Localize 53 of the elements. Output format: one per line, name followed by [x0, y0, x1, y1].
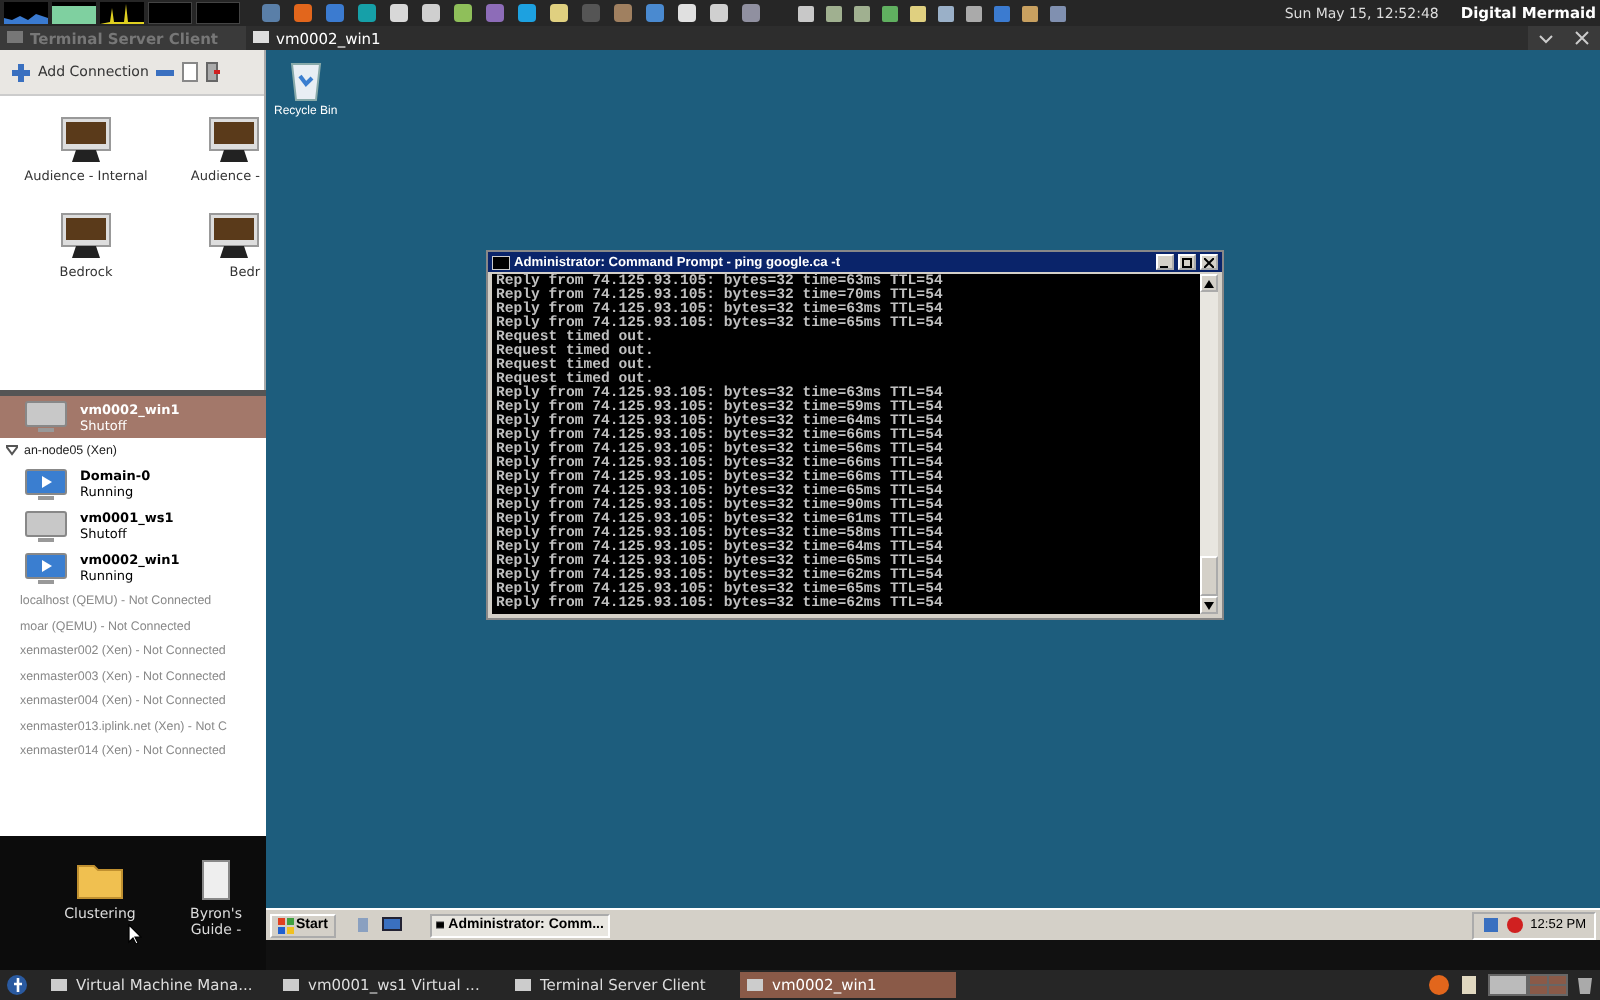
- close-icon: [1204, 257, 1214, 267]
- mouse-pointer-icon: [128, 924, 142, 944]
- workspace-switcher-icon[interactable]: [1488, 974, 1568, 996]
- network-graph-drawing: [100, 2, 144, 24]
- launcher-icon[interactable]: [740, 2, 762, 24]
- scrollbar-thumb[interactable]: [1200, 556, 1218, 596]
- window-icon: [746, 977, 764, 993]
- scrollbar[interactable]: [1200, 274, 1218, 614]
- computer-icon[interactable]: [208, 212, 260, 260]
- cpu-graph-drawing: [4, 2, 48, 24]
- launcher-icon[interactable]: [708, 2, 730, 24]
- monitor-icon: [24, 551, 68, 585]
- monitor-icon: [24, 467, 68, 501]
- windows-logo-icon: [278, 917, 294, 933]
- trash-bin-icon[interactable]: [287, 58, 324, 102]
- maximize-icon: [1182, 257, 1192, 267]
- close-icon[interactable]: [1574, 30, 1590, 46]
- chevron-icon[interactable]: [1538, 30, 1554, 46]
- memory-graph-drawing: [52, 2, 96, 24]
- expander-icon[interactable]: [6, 444, 18, 457]
- down-arrow-icon[interactable]: [1204, 601, 1214, 609]
- plus-icon[interactable]: [12, 63, 30, 81]
- monitor-icon: [24, 400, 68, 434]
- window-icon: [252, 30, 270, 46]
- document-icon[interactable]: [182, 62, 199, 82]
- trash-icon[interactable]: [1576, 974, 1594, 996]
- window-icon: [6, 30, 24, 46]
- launcher-icon[interactable]: [516, 2, 538, 24]
- computer-icon[interactable]: [208, 116, 260, 164]
- window-icon: [514, 977, 532, 993]
- launcher-icon[interactable]: [676, 2, 698, 24]
- up-arrow-icon[interactable]: [1204, 279, 1214, 287]
- computer-icon[interactable]: [60, 116, 112, 164]
- window-icon: [282, 977, 300, 993]
- window-icon: [50, 977, 68, 993]
- fedora-logo-icon[interactable]: [6, 974, 28, 996]
- desktop-icon[interactable]: [381, 916, 402, 934]
- monitor-icon: [24, 509, 68, 543]
- exit-icon[interactable]: [206, 62, 221, 82]
- maximize-button[interactable]: [1178, 254, 1196, 270]
- terminal-icon: [492, 255, 510, 269]
- error-icon[interactable]: [1506, 916, 1525, 934]
- document-icon[interactable]: [202, 860, 230, 900]
- terminal-icon: [435, 918, 445, 932]
- computer-icon[interactable]: [60, 212, 112, 260]
- close-button[interactable]: [1200, 254, 1218, 270]
- launcher-icon[interactable]: [420, 2, 442, 24]
- launcher-icon[interactable]: [548, 2, 570, 24]
- folder-icon[interactable]: [76, 860, 124, 900]
- minimize-button[interactable]: [1156, 254, 1174, 270]
- launcher-icon[interactable]: [388, 2, 410, 24]
- launcher-icon[interactable]: [452, 2, 474, 24]
- launcher-icon[interactable]: [356, 2, 378, 24]
